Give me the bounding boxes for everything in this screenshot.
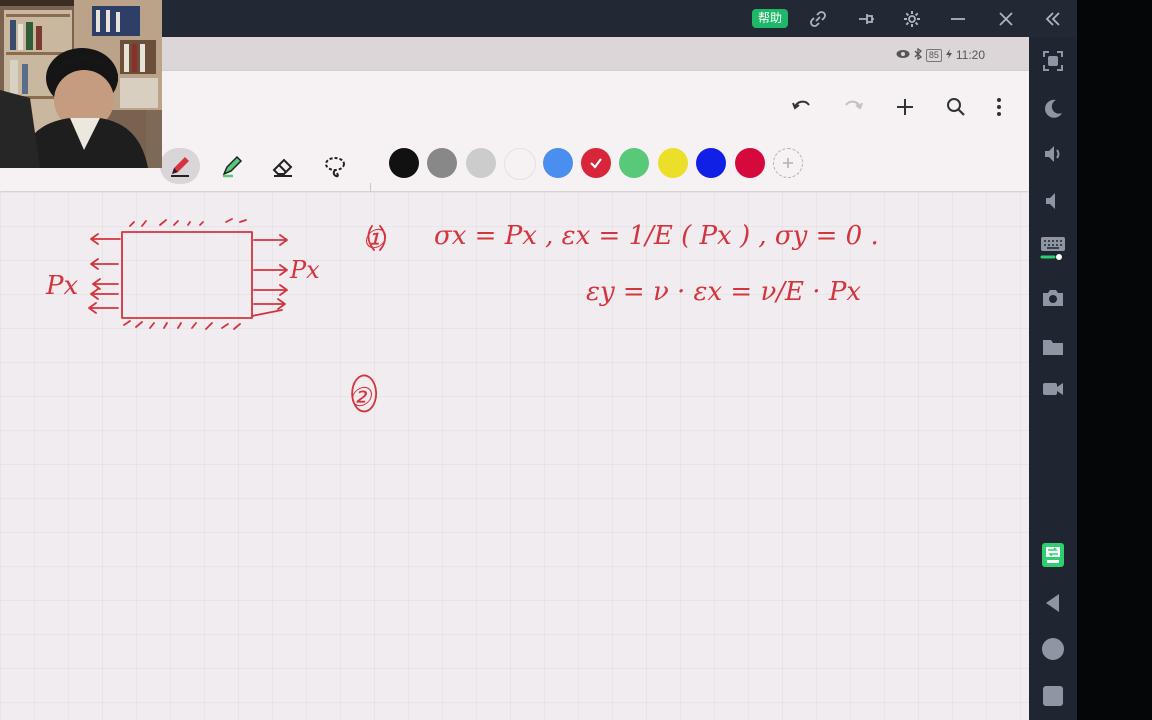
eraser-tool[interactable]: [263, 148, 303, 184]
step1-line2: εy = ν · εx = ν/E · Px: [586, 277, 861, 307]
status-indicators: 85 11:20: [896, 47, 985, 63]
left-arrows: [88, 233, 121, 314]
minimize-icon[interactable]: [945, 6, 971, 32]
color-swatch[interactable]: [581, 148, 611, 178]
lasso-tool[interactable]: [315, 148, 355, 184]
charging-icon: [945, 48, 952, 62]
more-icon[interactable]: [985, 93, 1013, 121]
night-mode-icon[interactable]: [1039, 94, 1067, 122]
highlighter-tool[interactable]: [212, 148, 252, 184]
step1-number: ①: [362, 225, 387, 255]
right-arrows: [251, 234, 288, 317]
hatch-top: [129, 218, 247, 227]
color-swatch[interactable]: [504, 148, 537, 180]
gear-icon[interactable]: [899, 6, 925, 32]
add-icon[interactable]: [891, 93, 919, 121]
emulator-sidebar: [1029, 37, 1077, 720]
color-swatch[interactable]: [734, 148, 765, 178]
camera-icon[interactable]: [1039, 284, 1067, 312]
element-box: [121, 231, 253, 319]
battery-indicator: 85: [925, 48, 942, 62]
fullscreen-icon[interactable]: [1039, 47, 1067, 75]
left-force-label: Px: [45, 271, 78, 301]
color-swatch[interactable]: [657, 148, 688, 178]
volume-down-icon[interactable]: [1039, 187, 1067, 215]
collapse-icon[interactable]: [1040, 6, 1066, 32]
share-icon[interactable]: [1039, 541, 1067, 569]
color-swatch[interactable]: [427, 148, 458, 178]
right-force-label: Px: [289, 256, 320, 284]
close-icon[interactable]: [993, 6, 1019, 32]
letterbox-strip: [1077, 0, 1152, 720]
clock: 11:20: [955, 48, 985, 62]
folder-icon[interactable]: [1039, 333, 1067, 361]
color-swatch[interactable]: [465, 148, 496, 178]
redo-icon[interactable]: [839, 93, 867, 121]
webcam-overlay: [0, 0, 162, 168]
hatch-bottom: [123, 320, 241, 330]
color-swatch[interactable]: [696, 148, 727, 178]
color-swatch[interactable]: [619, 148, 650, 178]
bluetooth-icon: [914, 47, 922, 63]
color-swatch[interactable]: [389, 148, 419, 178]
color-swatch[interactable]: [542, 148, 573, 178]
undo-icon[interactable]: [788, 93, 816, 121]
pin-icon[interactable]: [853, 6, 879, 32]
home-icon[interactable]: [1039, 635, 1067, 663]
recent-apps-icon[interactable]: [1039, 682, 1067, 710]
handwriting-layer: Px Px ① σx = Px , εx = 1/E ( Px ) , σy =…: [45, 218, 879, 413]
search-icon[interactable]: [942, 93, 970, 121]
link-icon[interactable]: [805, 6, 831, 32]
add-color-icon[interactable]: [773, 148, 803, 178]
pen-tool[interactable]: [160, 148, 200, 184]
keyboard-icon[interactable]: [1039, 233, 1067, 261]
volume-up-icon[interactable]: [1039, 140, 1067, 168]
eye-icon: [896, 48, 910, 62]
step1-line1: σx = Px , εx = 1/E ( Px ) , σy = 0 .: [434, 221, 879, 251]
webcam-feed: [0, 0, 162, 168]
video-icon[interactable]: [1039, 375, 1067, 403]
step2-number: ②: [348, 383, 373, 413]
note-canvas[interactable]: Px Px ① σx = Px , εx = 1/E ( Px ) , σy =…: [0, 192, 1029, 720]
back-icon[interactable]: [1039, 589, 1067, 617]
help-button[interactable]: 帮助: [752, 9, 788, 28]
